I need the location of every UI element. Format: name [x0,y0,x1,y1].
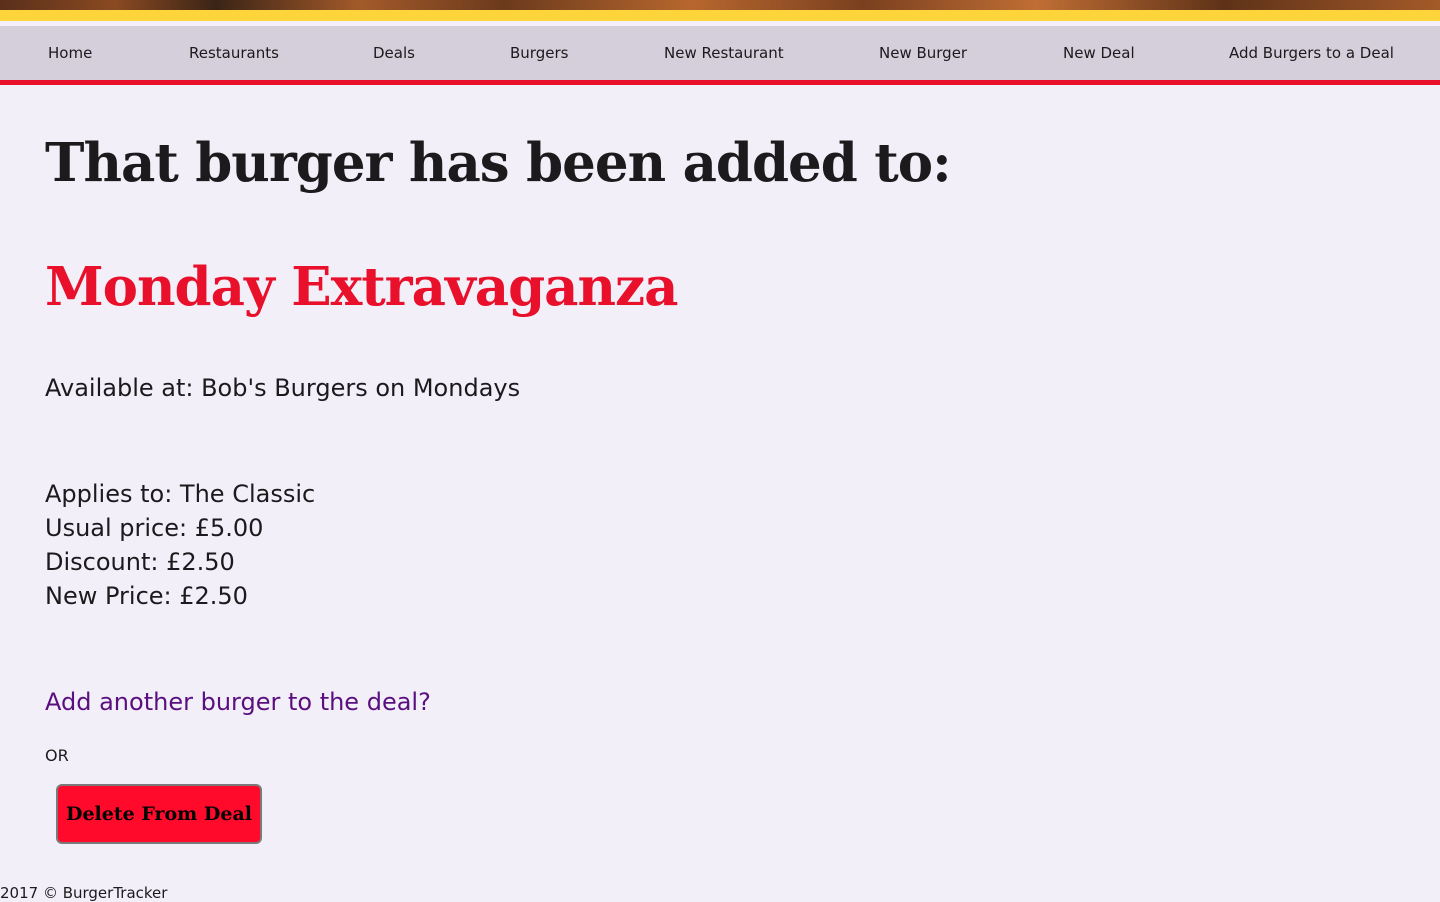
nav-item-new-restaurant[interactable]: New Restaurant [664,44,784,62]
header-banner-stripe [0,10,1440,21]
nav-item-add-burgers-to-deal[interactable]: Add Burgers to a Deal [1229,44,1394,62]
nav-item-home[interactable]: Home [48,44,92,62]
deal-name-heading: Monday Extravaganza [45,256,678,318]
add-another-burger-link[interactable]: Add another burger to the deal? [45,688,431,716]
or-separator: OR [45,746,69,765]
deal-usual-price: Usual price: £5.00 [45,514,264,542]
deal-new-price: New Price: £2.50 [45,582,248,610]
deal-discount: Discount: £2.50 [45,548,235,576]
deal-availability: Available at: Bob's Burgers on Mondays [45,374,521,402]
main-nav: Home Restaurants Deals Burgers New Resta… [0,26,1440,85]
nav-item-new-deal[interactable]: New Deal [1063,44,1135,62]
nav-item-restaurants[interactable]: Restaurants [189,44,279,62]
nav-item-new-burger[interactable]: New Burger [879,44,967,62]
page-title: That burger has been added to: [45,132,952,194]
footer-copyright: 2017 © BurgerTracker [0,884,168,902]
deal-applies-to: Applies to: The Classic [45,480,316,508]
nav-item-deals[interactable]: Deals [373,44,415,62]
nav-item-burgers[interactable]: Burgers [510,44,568,62]
delete-from-deal-button[interactable]: Delete From Deal [56,784,262,844]
